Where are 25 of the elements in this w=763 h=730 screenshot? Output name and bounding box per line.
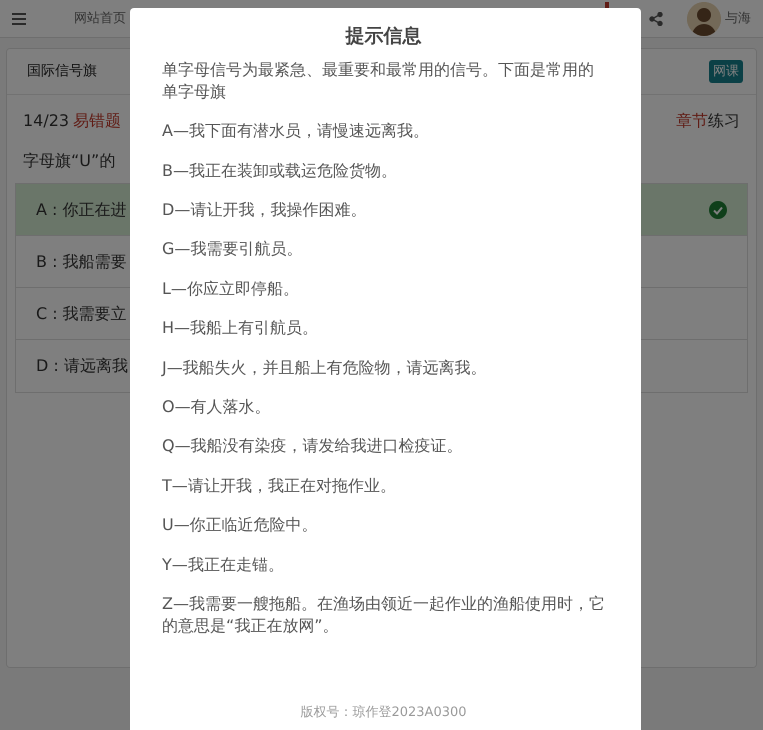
copyright-text: 版权号：琼作登2023A0300 xyxy=(299,704,468,722)
course-button[interactable]: 网课 xyxy=(709,60,743,84)
chapter-label[interactable]: 章节 xyxy=(676,109,708,133)
progress-count: 14/23 xyxy=(23,110,70,132)
signal-description: A—我下面有潜水员，请慢速远离我。 xyxy=(162,120,430,142)
intro-text: 单字母信号为最紧急、最重要和最常用的信号。下面是常用的单字母旗 xyxy=(162,58,595,103)
modal-title: 提示信息 xyxy=(344,24,422,49)
signal-description: J—我船失火，并且船上有危险物，请远离我。 xyxy=(162,356,488,379)
signal-description: L—你应立即停船。 xyxy=(162,278,300,300)
signal-description: O—有人落水。 xyxy=(162,396,272,418)
home-link[interactable]: 网站首页 xyxy=(74,8,126,28)
signal-description: U—你正临近危险中。 xyxy=(162,514,319,536)
practice-label[interactable]: 练习 xyxy=(708,109,740,133)
signal-description: Y—我正在走锚。 xyxy=(162,554,285,576)
signal-description: T—请让开我，我正在对拖作业。 xyxy=(162,474,397,497)
user-name[interactable]: 与海 xyxy=(725,8,751,28)
signal-description: B—我正在装卸或载运危险货物。 xyxy=(162,160,398,182)
signal-description: G—我需要引航员。 xyxy=(162,238,304,260)
question-text: 字母旗“U”的 xyxy=(23,151,116,170)
card-title: 国际信号旗 xyxy=(27,62,97,81)
signal-description: H—我船上有引航员。 xyxy=(162,317,320,340)
wrong-questions-link[interactable]: 易错题 xyxy=(73,109,122,133)
signal-description: D—请让开我，我操作困难。 xyxy=(162,199,368,222)
signal-description: Q—我船没有染疫，请发给我进口检疫证。 xyxy=(162,435,464,458)
signal-description: Z—我需要一艘拖船。在渔场由领近一起作业的渔船使用时，它的意思是“我正在放网”。 xyxy=(162,592,605,638)
